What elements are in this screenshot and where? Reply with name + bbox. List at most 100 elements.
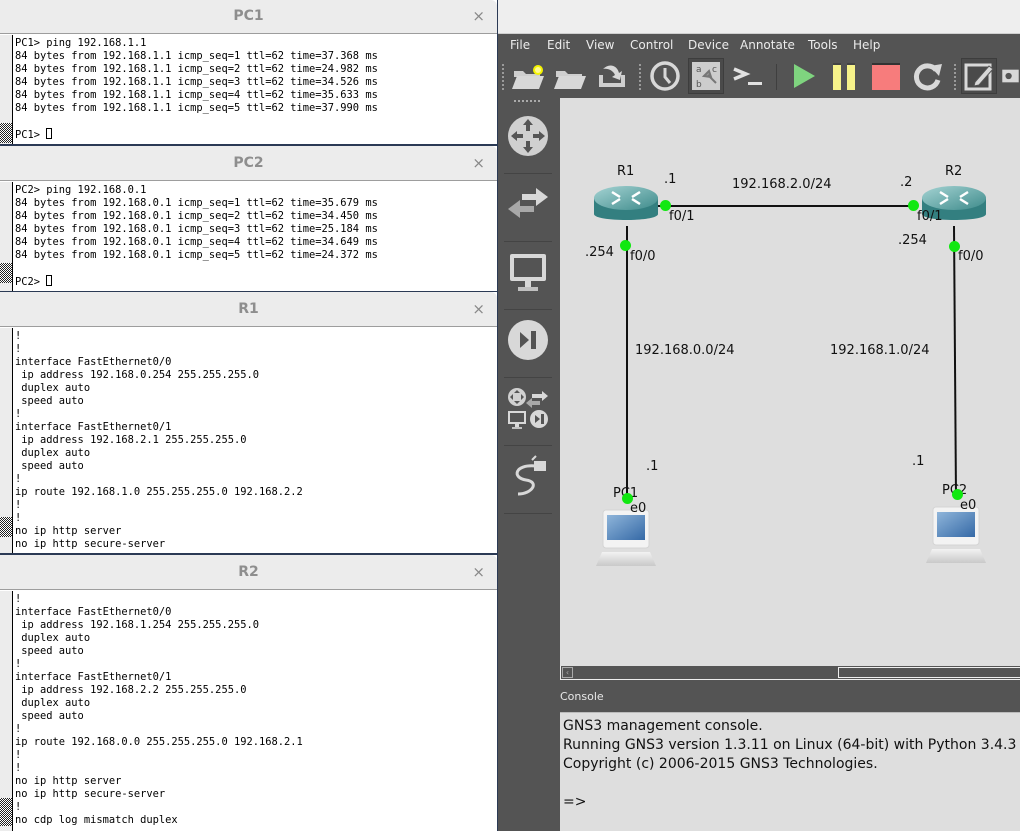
node-label-r1: R1 [617,164,635,179]
add-image-button[interactable] [1001,58,1020,94]
browse-all-devices-button[interactable] [506,386,550,430]
pc-icon [596,509,656,566]
console-line: Running GNS3 version 1.3.11 on Linux (64… [563,737,1017,753]
terminal-line: 84 bytes from 192.168.1.1 icmp_seq=3 ttl… [15,76,378,88]
close-icon[interactable]: × [472,7,485,25]
node-label-r2: R2 [945,164,963,179]
terminal-line: 84 bytes from 192.168.0.1 icmp_seq=1 ttl… [15,197,378,209]
open-project-button[interactable] [552,58,588,94]
menu-edit[interactable]: Edit [547,38,570,52]
edit-note-icon [964,63,994,91]
terminal-titlebar[interactable]: R1 × [0,292,497,327]
terminal-body[interactable]: !! interface FastEthernet0/0 ip address 1… [0,328,497,553]
terminal-line: interface FastEthernet0/0 [15,356,172,368]
terminal-scrollbar-thumb[interactable] [0,123,12,143]
terminal-window-r1: R1 × !! interface FastEthernet0/0 ip addr… [0,292,497,553]
toolbar-separator [776,64,777,90]
terminal-output: ! interface FastEthernet0/0 ip address 19… [15,593,495,827]
topology-canvas[interactable]: R1 R2 192.168.2.0/24 .1 .2 f0/1 f0/1 192… [560,98,1020,668]
menu-file[interactable]: File [510,38,530,52]
console-all-button[interactable] [730,58,766,94]
menu-device[interactable]: Device [688,38,729,52]
browse-switches-button[interactable] [506,182,550,226]
scroll-left-arrow-icon[interactable]: ‹ [562,667,573,678]
terminal-scrollbar-thumb[interactable] [0,517,12,537]
save-project-button[interactable] [594,58,630,94]
terminal-line: speed auto [15,460,84,472]
terminal-line: interface FastEthernet0/1 [15,671,172,683]
management-console[interactable]: GNS3 management console. Running GNS3 ve… [560,712,1020,831]
terminal-scrollbar-thumb[interactable] [0,263,12,283]
terminal-titlebar[interactable]: PC2 × [0,146,497,181]
terminal-line: speed auto [15,395,84,407]
device-bar-separator [504,241,552,242]
terminal-scrollbar-track[interactable] [0,591,13,831]
router-r1[interactable] [592,184,660,228]
close-icon[interactable]: × [472,563,485,581]
add-link-button[interactable] [506,454,550,498]
menu-help[interactable]: Help [853,38,880,52]
if-label-r2-f0-0: f0/0 [958,249,984,264]
menu-tools[interactable]: Tools [808,38,838,52]
terminal-scrollbar-thumb[interactable] [0,798,12,826]
device-toolbar [498,98,558,831]
terminal-window-r2: R2 × ! interface FastEthernet0/0 ip addre… [0,555,497,831]
terminal-line: 84 bytes from 192.168.1.1 icmp_seq=4 ttl… [15,89,378,101]
terminal-output: PC1> ping 192.168.1.1 84 bytes from 192.1… [15,37,495,142]
browse-routers-button[interactable] [506,114,550,158]
browse-end-devices-button[interactable] [506,250,550,294]
toolbar-separator [639,64,641,90]
add-note-button[interactable] [961,58,997,94]
ip-label-pc1-e0: .1 [646,459,659,474]
terminal-line: 84 bytes from 192.168.1.1 icmp_seq=2 ttl… [15,63,378,75]
suspend-all-button[interactable] [826,58,862,94]
new-project-button[interactable] [510,58,546,94]
terminal-line: 84 bytes from 192.168.1.1 icmp_seq=1 ttl… [15,50,378,62]
terminal-titlebar[interactable]: R2 × [0,555,497,590]
terminal-prompt-line[interactable]: PC1> [15,128,495,142]
pc-pc1[interactable] [594,508,658,568]
terminal-line: ip address 192.168.0.254 255.255.255.0 [15,369,259,381]
menu-view[interactable]: View [586,38,614,52]
start-all-button[interactable] [785,58,821,94]
terminal-body[interactable]: PC1> ping 192.168.1.1 84 bytes from 192.1… [0,35,497,144]
menu-annotate[interactable]: Annotate [740,38,795,52]
link-r2-pc2[interactable] [953,225,957,499]
console-prompt[interactable]: => [563,793,1020,812]
cable-icon [515,455,546,496]
ip-label-r1-f0-1: .1 [664,172,677,187]
terminal-line: 84 bytes from 192.168.0.1 icmp_seq=5 ttl… [15,249,378,261]
toolbar-grip [514,100,540,102]
terminal-scrollbar-track[interactable] [0,328,13,553]
close-icon[interactable]: × [472,154,485,172]
terminal-body[interactable]: PC2> ping 192.168.0.1 84 bytes from 192.1… [0,182,497,291]
terminal-line: ip address 192.168.2.1 255.255.255.0 [15,434,247,446]
terminal-line: ! [15,499,22,511]
terminal-titlebar[interactable]: PC1 × [0,0,497,34]
scrollbar-thumb[interactable] [838,667,1020,678]
close-icon[interactable]: × [472,300,485,318]
menu-control[interactable]: Control [630,38,673,52]
pc-pc2[interactable] [924,505,988,565]
terminal-line: speed auto [15,645,84,657]
terminal-line: no cdp log mismatch duplex [15,814,178,826]
switch-category-icon [508,188,548,218]
snapshot-button[interactable] [647,58,683,94]
pause-icon [833,63,855,90]
canvas-horizontal-scrollbar[interactable]: ‹ [560,666,1020,680]
browse-security-devices-button[interactable] [506,318,550,362]
console-line: GNS3 management console. [563,718,763,734]
terminal-title: R1 [238,301,259,317]
subnet-label-r2-pc2: 192.168.1.0/24 [830,343,930,358]
terminal-prompt-line[interactable]: PC2> [15,275,495,289]
if-label-r2-f0-1: f0/1 [917,209,943,224]
show-interface-labels-button[interactable]: a c b [688,58,724,94]
terminal-body[interactable]: ! interface FastEthernet0/0 ip address 19… [0,591,497,831]
terminal-line: ! [15,801,22,813]
terminal-line: 84 bytes from 192.168.1.1 icmp_seq=5 ttl… [15,102,378,114]
device-bar-separator [504,173,552,174]
stop-all-button[interactable] [868,58,904,94]
reload-all-button[interactable] [910,58,946,94]
terminal-scrollbar-track[interactable] [0,35,13,144]
terminal-scrollbar-track[interactable] [0,182,13,291]
